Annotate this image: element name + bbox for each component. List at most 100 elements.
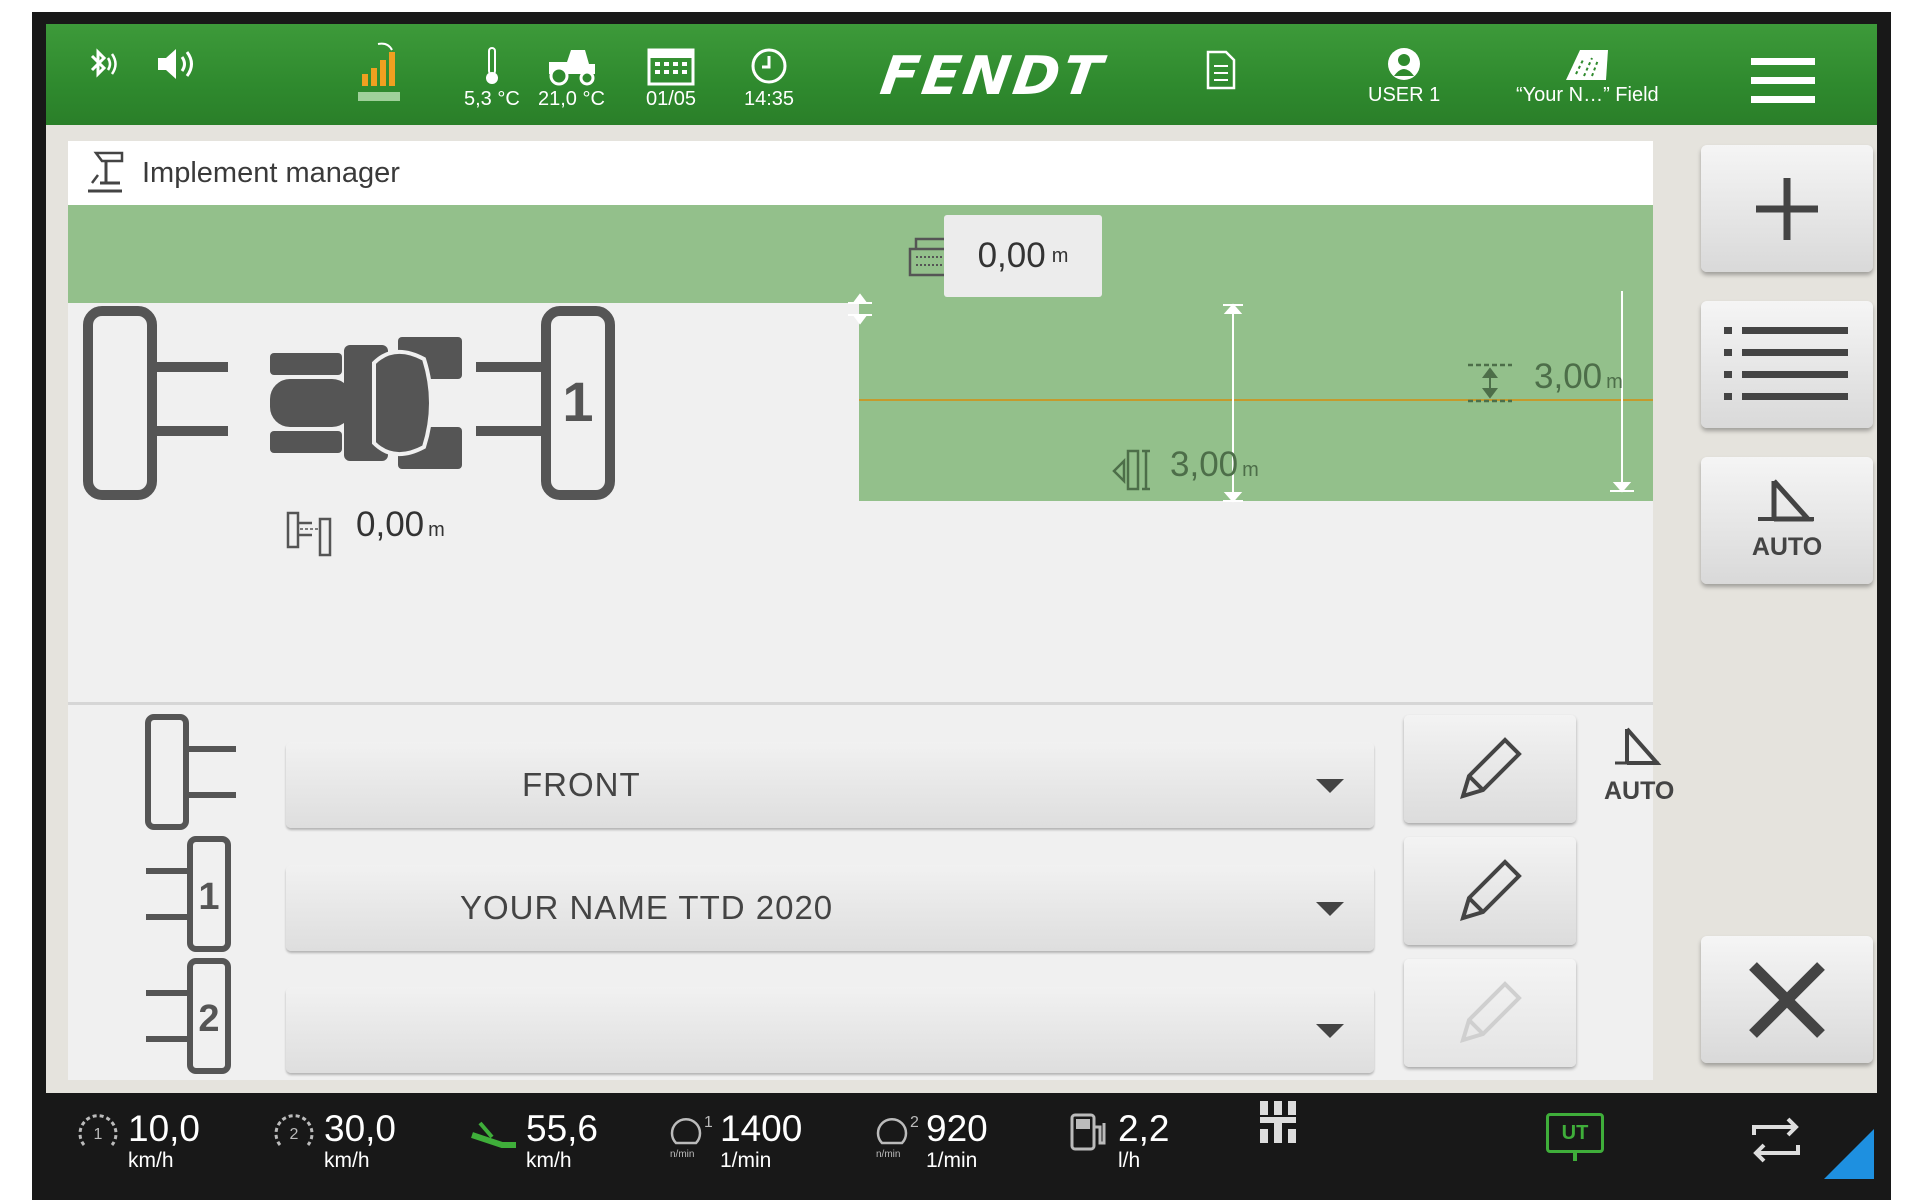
field-name: “Your N…” Field [1516, 84, 1659, 106]
engine1-unit: 1/min [720, 1149, 772, 1172]
section-divider [68, 702, 1653, 705]
front-auto-label: AUTO [1604, 777, 1675, 805]
hitch-offset-icon [286, 511, 332, 557]
hitch-offset[interactable]: 0,00 m [356, 505, 445, 545]
rear-slot-2-icon: 2 [146, 958, 231, 1074]
main-area: Implement manager 0,00 m 3,00 m 3,00 m 1… [46, 125, 1877, 1093]
top-offset-field[interactable]: 0,00 m [944, 215, 1102, 297]
cruise1-unit: km/h [128, 1149, 174, 1172]
engine2-sub: n/min [876, 1149, 900, 1159]
engine1-value: 1400 [720, 1108, 803, 1149]
cruise-control-icon: 1 [78, 1114, 118, 1146]
cruise-control-2[interactable]: 2 30,0 km/h [272, 1109, 396, 1173]
terminal-frame: 5,3 °C 21,0 °C 01/05 14:35 FENDT USER 1 … [32, 12, 1891, 1200]
front-implement-dropdown[interactable]: FRONT [286, 742, 1374, 828]
rear-hitch-arms [476, 362, 546, 436]
engine-speed-icon: 1 n/min [670, 1114, 712, 1159]
gearbox-icon[interactable] [1256, 1099, 1300, 1152]
edit-front-implement-button[interactable] [1404, 715, 1576, 823]
chevron-down-icon [1316, 1024, 1344, 1038]
working-width[interactable]: 3,00 m [1170, 445, 1259, 485]
documentation-icon[interactable] [1206, 50, 1236, 90]
rear-implement-2-dropdown[interactable] [286, 987, 1374, 1073]
implement-manager-panel: Implement manager 0,00 m 3,00 m 3,00 m 1… [68, 141, 1674, 1080]
lateral-offset[interactable]: 3,00 m [1534, 357, 1623, 397]
user-profile[interactable]: USER 1 [1368, 46, 1440, 107]
fuel-consumption[interactable]: 2,2 l/h [1066, 1109, 1169, 1173]
cruise-control-1[interactable]: 1 10,0 km/h [76, 1109, 200, 1173]
tractor-implement-diagram[interactable]: 1 [82, 303, 642, 503]
field-icon [1566, 50, 1609, 80]
lateral-offset-icon [1468, 363, 1512, 403]
panel-header: Implement manager [68, 141, 1653, 205]
top-status-bar: 5,3 °C 21,0 °C 01/05 14:35 FENDT USER 1 … [46, 24, 1877, 125]
field-band-top [68, 205, 1653, 303]
speed-lever-icon [471, 1121, 516, 1148]
engine1-badge: 1 [704, 1114, 712, 1131]
engine-speed-memory-2[interactable]: 2 n/min 920 1/min [872, 1109, 988, 1173]
engine-speed-memory-1[interactable]: 1 n/min 1400 1/min [666, 1109, 802, 1173]
bottom-status-bar: 1 10,0 km/h 2 30,0 km/h 55,6 km/h 1 n/min 14… [46, 1093, 1877, 1200]
pencil-icon [1460, 859, 1522, 921]
top-offset-unit: m [1051, 244, 1069, 267]
driving-speed[interactable]: 55,6 km/h [470, 1109, 598, 1173]
cruise2-badge: 2 [290, 1126, 299, 1143]
ut-stand [1573, 1153, 1577, 1161]
hamburger-menu-icon [1751, 58, 1815, 103]
date-display[interactable]: 01/05 [646, 46, 696, 111]
universal-terminal-button[interactable]: UT [1546, 1113, 1604, 1161]
rear-slot-1-label: 1 [198, 876, 219, 918]
front-auto-toggle[interactable]: AUTO [1604, 727, 1674, 806]
working-width-unit: m [1242, 459, 1259, 481]
front-slot-icon [145, 714, 236, 830]
corner-indicator[interactable] [1824, 1129, 1874, 1179]
top-offset-value: 0,00 [977, 236, 1046, 275]
engine-speed-icon: 2 n/min [876, 1114, 918, 1159]
list-icon [1724, 326, 1848, 400]
tractor-icon [549, 50, 596, 86]
speed-unit: km/h [526, 1149, 572, 1172]
time-display[interactable]: 14:35 [744, 46, 794, 111]
switch-view-button[interactable] [1748, 1117, 1804, 1168]
rear-implement-1-dropdown[interactable]: YOUR NAME TTD 2020 [286, 865, 1374, 951]
field-selector[interactable]: “Your N…” Field [1516, 46, 1659, 107]
time-value: 14:35 [744, 88, 795, 110]
add-implement-button[interactable] [1701, 145, 1873, 272]
ut-label: UT [1561, 1121, 1589, 1144]
swap-arrows-icon [1752, 1117, 1800, 1163]
edit-rear-implement-1-button[interactable] [1404, 837, 1576, 945]
ut-icon: UT [1546, 1113, 1604, 1153]
front-implement-name: FRONT [522, 766, 641, 803]
edit-rear-implement-2-button[interactable] [1404, 959, 1576, 1067]
cruise1-badge: 1 [94, 1126, 103, 1143]
front-implement-shape [83, 306, 157, 500]
chevron-down-icon [1316, 779, 1344, 793]
lateral-offset-unit: m [1606, 371, 1623, 393]
rear-implement-label: 1 [562, 370, 593, 433]
thermometer-icon [485, 47, 498, 84]
cab-temperature[interactable]: 21,0 °C [538, 46, 605, 111]
speed-value: 55,6 [526, 1108, 599, 1149]
close-button[interactable] [1701, 936, 1873, 1063]
bluetooth-icon[interactable] [84, 46, 120, 82]
cruise2-value: 30,0 [324, 1108, 397, 1149]
engine1-sub: n/min [670, 1149, 694, 1159]
auto-implement-button[interactable]: AUTO [1701, 457, 1873, 584]
hitch-offset-value: 0,00 [356, 505, 425, 544]
plus-icon [1756, 177, 1818, 240]
volume-icon[interactable] [154, 44, 202, 84]
panel-title: Implement manager [142, 156, 400, 189]
main-menu-button[interactable] [1751, 56, 1815, 106]
fuel-value: 2,2 [1118, 1108, 1170, 1149]
working-width-value: 3,00 [1170, 445, 1239, 484]
implement-manager-icon [88, 151, 124, 193]
front-hitch-arms [152, 362, 228, 436]
engine2-value: 920 [926, 1108, 988, 1149]
engine2-badge: 2 [910, 1114, 918, 1131]
outside-temperature[interactable]: 5,3 °C [464, 46, 520, 111]
close-icon [1749, 961, 1825, 1038]
cruise2-unit: km/h [324, 1149, 370, 1172]
cruise-control-icon: 2 [274, 1114, 314, 1146]
implement-list-button[interactable] [1701, 301, 1873, 428]
gps-signal-icon[interactable] [352, 40, 408, 104]
